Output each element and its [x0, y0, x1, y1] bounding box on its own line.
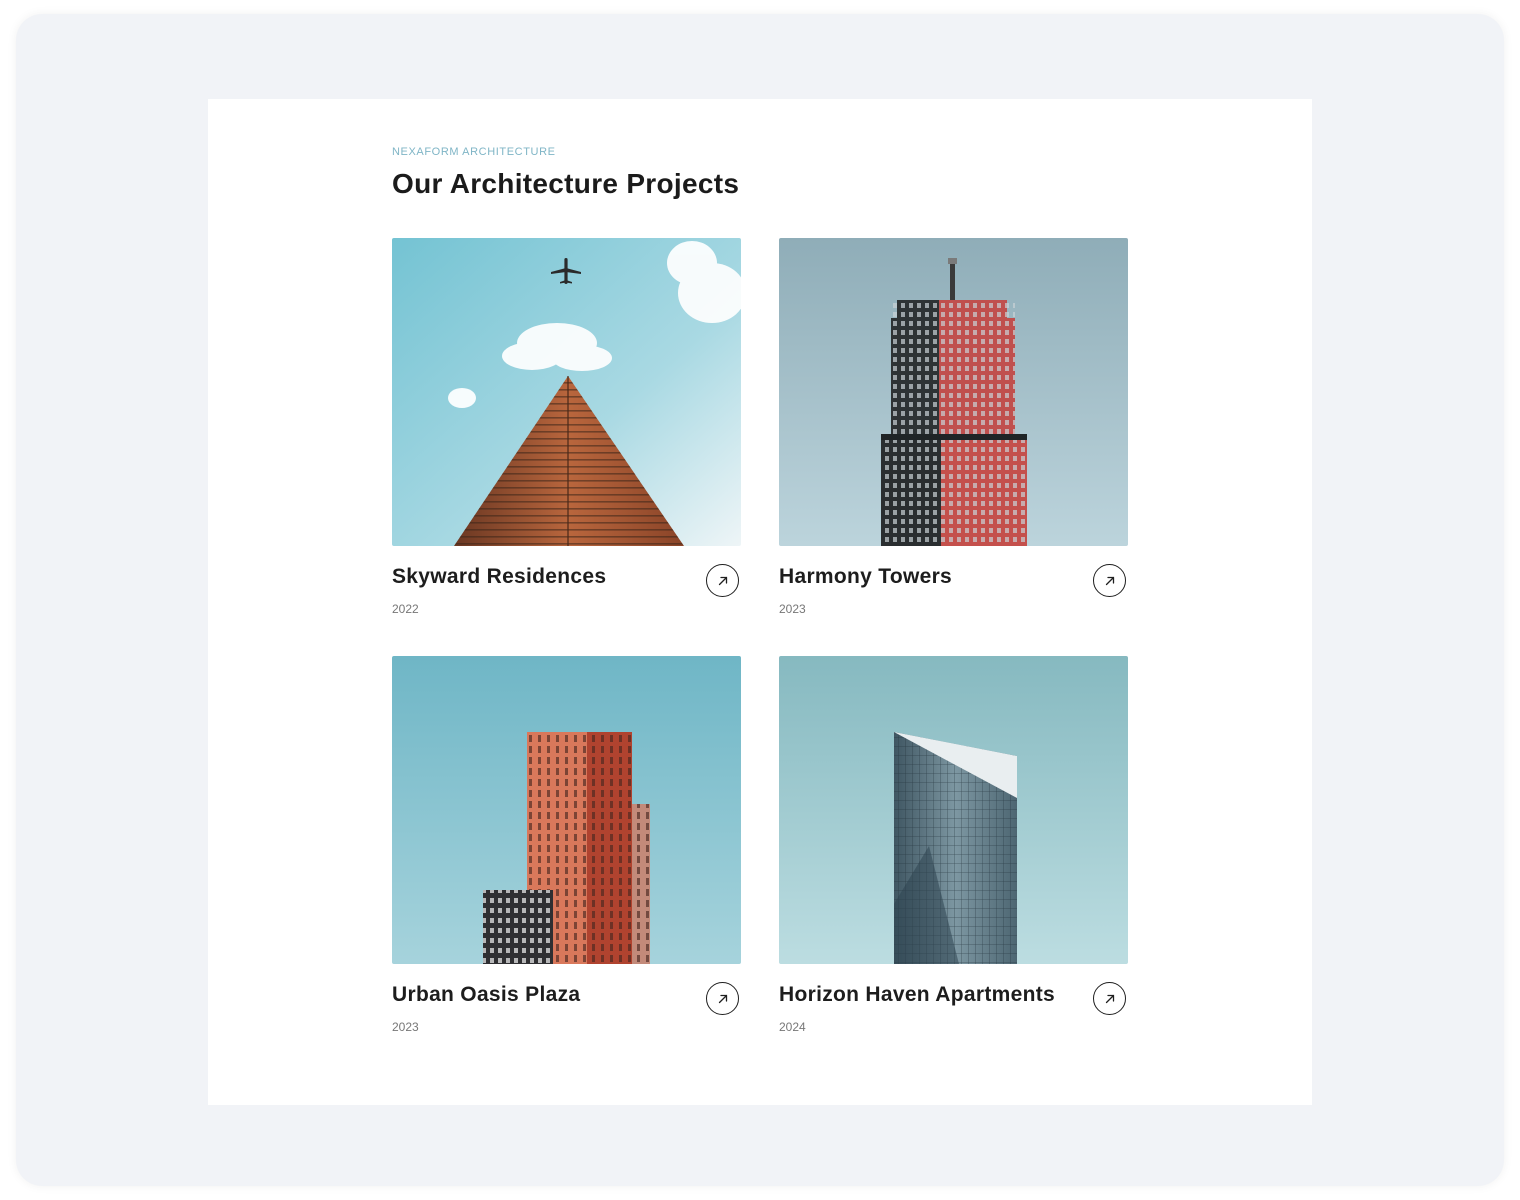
- project-card-urban-oasis-plaza[interactable]: Urban Oasis Plaza 2023: [392, 656, 741, 1046]
- project-title[interactable]: Harmony Towers: [779, 565, 952, 589]
- arrow-up-right-icon: [1105, 994, 1114, 1003]
- project-card-harmony-towers[interactable]: Harmony Towers 2023: [779, 238, 1128, 628]
- project-title[interactable]: Urban Oasis Plaza: [392, 983, 580, 1007]
- arrow-up-right-icon: [718, 994, 727, 1003]
- project-image[interactable]: [779, 238, 1128, 546]
- project-year: 2024: [779, 1020, 806, 1034]
- glass-angled-tower-image: [779, 656, 1128, 964]
- project-image[interactable]: [392, 238, 741, 546]
- arrow-up-right-icon: [718, 576, 727, 585]
- red-and-dark-tower-image: [779, 238, 1128, 546]
- open-project-button[interactable]: [706, 564, 739, 597]
- project-card-skyward-residences[interactable]: Skyward Residences 2022: [392, 238, 741, 628]
- project-year: 2023: [392, 1020, 419, 1034]
- page-title: Our Architecture Projects: [392, 168, 740, 199]
- project-title[interactable]: Horizon Haven Apartments: [779, 983, 1055, 1007]
- project-image[interactable]: [392, 656, 741, 964]
- arrow-up-right-icon: [1105, 576, 1114, 585]
- project-year: 2022: [392, 602, 419, 616]
- project-card-horizon-haven-apartments[interactable]: Horizon Haven Apartments 2024: [779, 656, 1128, 1046]
- terracotta-block-building-image: [392, 656, 741, 964]
- project-image[interactable]: [779, 656, 1128, 964]
- project-title[interactable]: Skyward Residences: [392, 565, 606, 589]
- brand-eyebrow: NEXAFORM ARCHITECTURE: [392, 146, 556, 158]
- open-project-button[interactable]: [706, 982, 739, 1015]
- project-year: 2023: [779, 602, 806, 616]
- open-project-button[interactable]: [1093, 564, 1126, 597]
- content-panel: [208, 99, 1312, 1105]
- skyscraper-with-airplane-image: [392, 238, 741, 546]
- open-project-button[interactable]: [1093, 982, 1126, 1015]
